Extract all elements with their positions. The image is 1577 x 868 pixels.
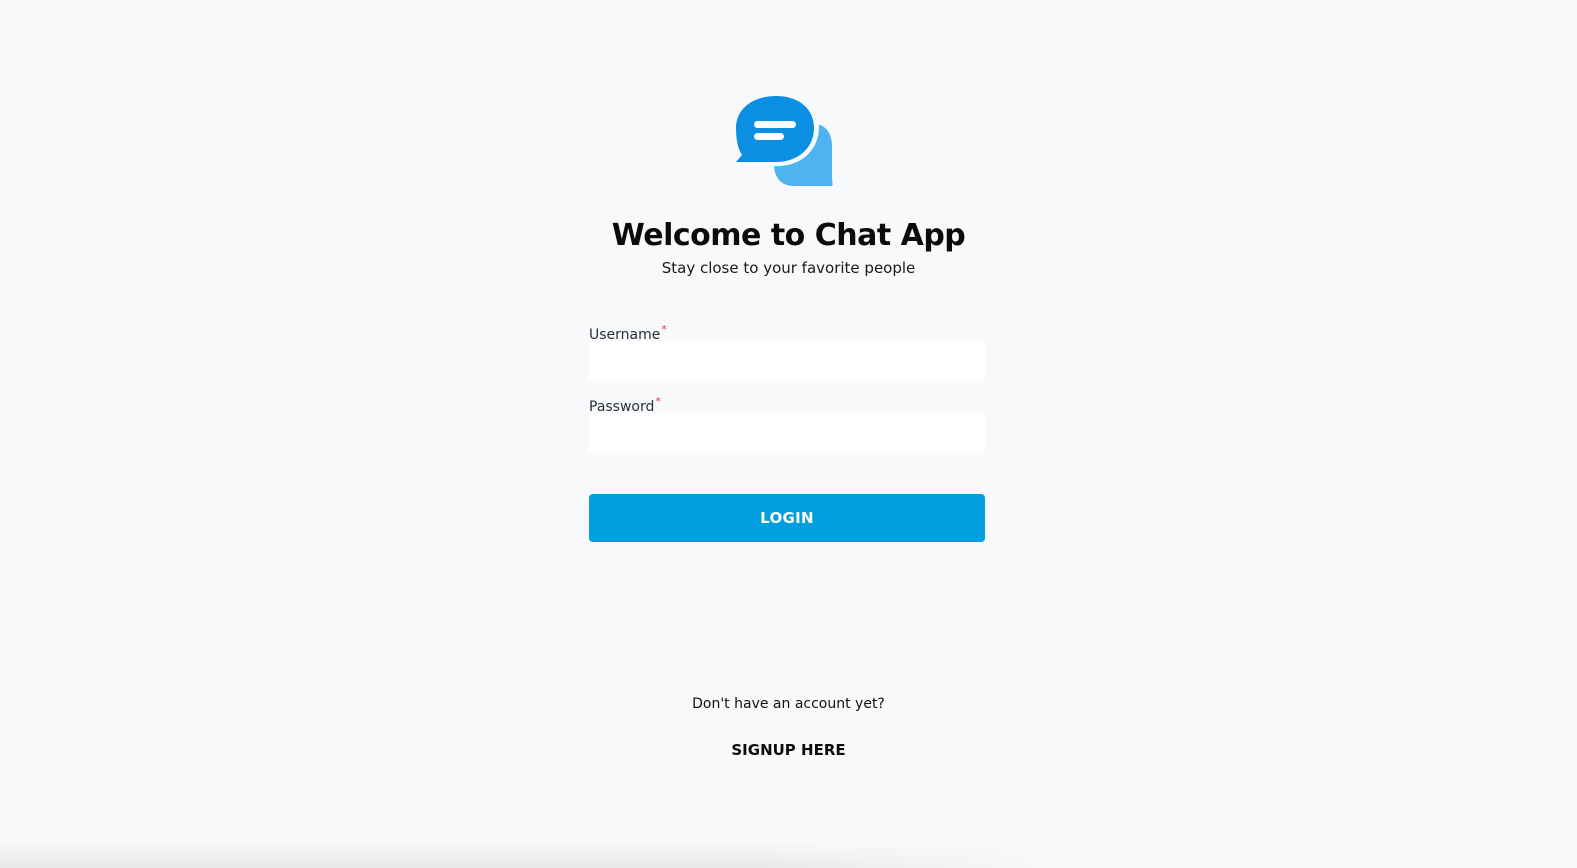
page-title: Welcome to Chat App [611,218,966,253]
username-field-group: Username* [589,320,985,381]
password-label-text: Password [589,399,655,415]
username-input[interactable] [589,341,985,381]
no-account-prompt: Don't have an account yet? [692,696,885,712]
chat-bubbles-icon [734,94,833,186]
required-marker: * [655,395,661,408]
login-button[interactable]: LOGIN [589,494,985,542]
signup-link[interactable]: SIGNUP HERE [0,741,1577,759]
required-marker: * [661,323,667,336]
password-input[interactable] [589,413,985,453]
username-label-text: Username [589,327,661,343]
login-page: Welcome to Chat App Stay close to your f… [0,0,1577,868]
username-label: Username* [589,320,985,343]
bottom-shadow [0,842,1060,868]
page-subtitle: Stay close to your favorite people [661,259,916,277]
login-form: Username* Password* [589,320,985,453]
password-label: Password* [589,392,985,415]
password-field-group: Password* [589,392,985,453]
